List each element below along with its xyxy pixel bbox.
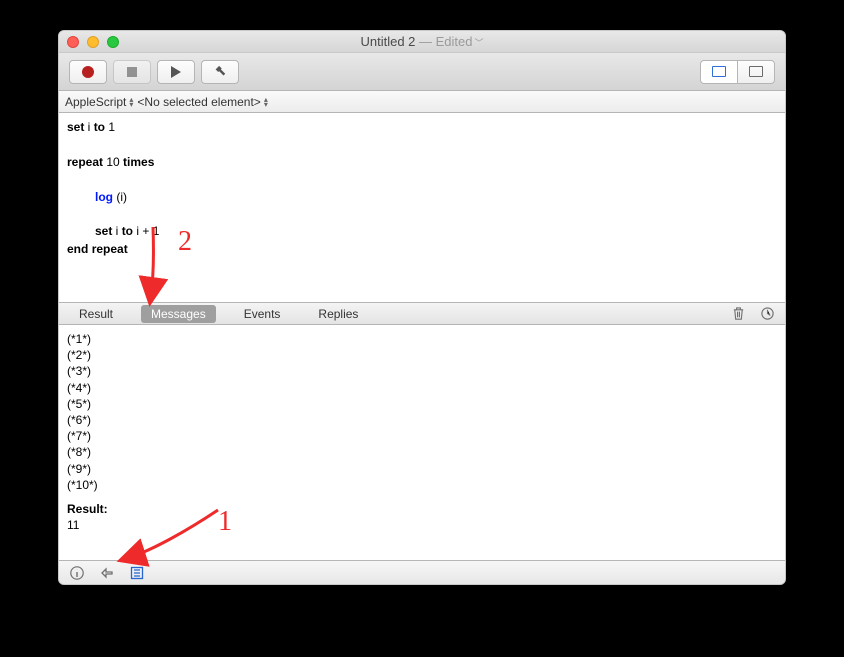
zoom-window-button[interactable] — [107, 36, 119, 48]
tab-events[interactable]: Events — [234, 305, 291, 323]
code-line — [67, 171, 777, 188]
code-line: end repeat — [67, 241, 777, 258]
hammer-icon — [213, 65, 227, 79]
record-button[interactable] — [69, 60, 107, 84]
description-icon[interactable] — [69, 565, 85, 581]
element-label: <No selected element> — [137, 95, 260, 109]
code-line — [67, 136, 777, 153]
output-pane[interactable]: (*1*) (*2*) (*3*) (*4*) (*5*) (*6*) (*7*… — [59, 325, 785, 560]
compile-button[interactable] — [201, 60, 239, 84]
show-editor-button[interactable] — [700, 60, 738, 84]
popup-indicator-icon: ▴▾ — [264, 97, 268, 107]
tab-replies[interactable]: Replies — [308, 305, 368, 323]
log-line: (*3*) — [67, 363, 777, 379]
log-line: (*8*) — [67, 444, 777, 460]
record-icon — [82, 66, 94, 78]
trash-icon[interactable] — [731, 306, 746, 321]
log-line: (*5*) — [67, 396, 777, 412]
log-line: (*9*) — [67, 461, 777, 477]
toolbar — [59, 53, 785, 91]
document-edited-state: — Edited — [415, 34, 472, 49]
script-editor-window: Untitled 2 — Edited﹀ AppleScript ▴▾ <No … — [58, 30, 786, 585]
code-line: set i to 1 — [67, 119, 777, 136]
titlebar: Untitled 2 — Edited﹀ — [59, 31, 785, 53]
title-menu-chevron-icon[interactable]: ﹀ — [475, 38, 484, 48]
log-line: (*6*) — [67, 412, 777, 428]
run-button[interactable] — [157, 60, 195, 84]
language-popup[interactable]: AppleScript ▴▾ — [65, 95, 133, 109]
document-name: Untitled 2 — [360, 34, 415, 49]
stop-icon — [127, 67, 137, 77]
code-line: set i to i + 1 — [67, 223, 777, 240]
bundle-view-icon — [749, 66, 763, 77]
result-label: Result: — [67, 501, 777, 517]
log-line: (*2*) — [67, 347, 777, 363]
window-controls — [67, 36, 119, 48]
log-line: (*4*) — [67, 380, 777, 396]
window-title: Untitled 2 — Edited﹀ — [59, 34, 785, 49]
code-line: repeat 10 times — [67, 154, 777, 171]
code-line — [67, 206, 777, 223]
log-pane-icon[interactable] — [129, 565, 145, 581]
close-window-button[interactable] — [67, 36, 79, 48]
tab-messages[interactable]: Messages — [141, 305, 216, 323]
log-line: (*7*) — [67, 428, 777, 444]
code-editor[interactable]: set i to 1 repeat 10 times log (i) set i… — [59, 113, 785, 303]
popup-indicator-icon: ▴▾ — [129, 97, 133, 107]
language-label: AppleScript — [65, 95, 126, 109]
minimize-window-button[interactable] — [87, 36, 99, 48]
result-value: 11 — [67, 517, 777, 533]
tab-result[interactable]: Result — [69, 305, 123, 323]
play-icon — [171, 66, 181, 78]
view-mode-segment — [700, 60, 775, 84]
result-tabs: Result Messages Events Replies — [59, 303, 785, 325]
result-pane-icon[interactable] — [99, 565, 115, 581]
clock-icon[interactable] — [760, 306, 775, 321]
code-line: log (i) — [67, 189, 777, 206]
log-line: (*10*) — [67, 477, 777, 493]
editor-view-icon — [712, 66, 726, 77]
show-bundle-button[interactable] — [737, 60, 775, 84]
element-popup[interactable]: <No selected element> ▴▾ — [137, 95, 267, 109]
stop-button[interactable] — [113, 60, 151, 84]
log-line: (*1*) — [67, 331, 777, 347]
nav-bar: AppleScript ▴▾ <No selected element> ▴▾ — [59, 91, 785, 113]
status-bar — [59, 560, 785, 584]
